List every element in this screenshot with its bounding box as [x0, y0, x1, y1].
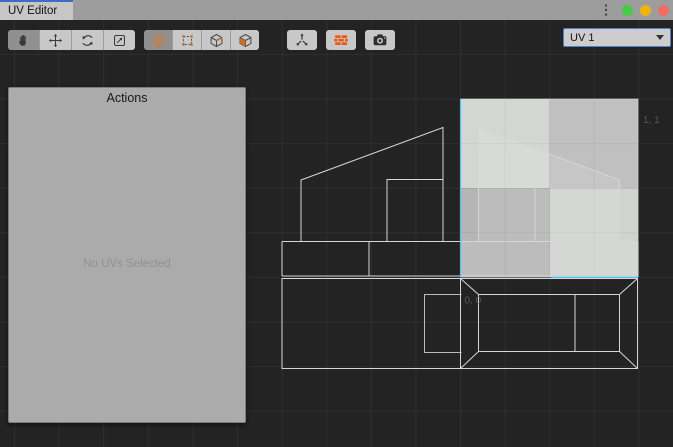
uv-origin-label: 0, 0 [465, 296, 482, 307]
move-icon [48, 33, 63, 48]
move-tool-button[interactable] [39, 30, 71, 50]
tab-title: UV Editor [8, 5, 57, 17]
window-controls [599, 0, 669, 20]
action-group [287, 30, 395, 50]
kebab-menu-icon[interactable] [599, 2, 613, 18]
vertex-selection-icon [180, 33, 195, 48]
cube-icon [151, 33, 166, 48]
actions-panel: Actions No UVs Selected [8, 87, 246, 423]
project-uvs-button[interactable] [287, 30, 317, 50]
uv-channel-dropdown[interactable]: UV 1 [563, 28, 671, 47]
pan-tool-button[interactable] [8, 30, 39, 50]
tab-uv-editor[interactable]: UV Editor [0, 0, 73, 20]
object-mode-button[interactable] [144, 30, 172, 50]
rotate-tool-button[interactable] [71, 30, 103, 50]
uv-editor-window: 0, 0 1, 1 UV Editor UV 1 Actions No UVs … [0, 0, 673, 447]
chevron-down-icon [656, 35, 664, 40]
hand-icon [16, 33, 31, 48]
edge-selection-icon [209, 33, 224, 48]
face-selection-icon [238, 33, 253, 48]
scale-icon [112, 33, 127, 48]
window-dot-red[interactable] [658, 5, 669, 16]
uv-unit-label: 1, 1 [643, 115, 660, 126]
bricks-icon [333, 32, 349, 48]
rotate-icon [80, 33, 95, 48]
scale-tool-button[interactable] [103, 30, 135, 50]
camera-icon [372, 32, 388, 48]
title-bar: UV Editor [0, 0, 673, 20]
render-uv-template-button[interactable] [365, 30, 395, 50]
uv-texture-preview [461, 99, 639, 277]
texture-bricks-button[interactable] [326, 30, 356, 50]
uv-channel-value: UV 1 [570, 32, 594, 44]
window-dot-green[interactable] [622, 5, 633, 16]
vertex-mode-button[interactable] [172, 30, 201, 50]
edge-mode-button[interactable] [201, 30, 230, 50]
tool-group [8, 30, 135, 50]
no-uvs-selected-message: No UVs Selected [9, 105, 245, 422]
actions-panel-title: Actions [9, 88, 245, 105]
window-dot-yellow[interactable] [640, 5, 651, 16]
project-arrows-icon [294, 32, 310, 48]
selection-mode-group [144, 30, 259, 50]
face-mode-button[interactable] [230, 30, 259, 50]
